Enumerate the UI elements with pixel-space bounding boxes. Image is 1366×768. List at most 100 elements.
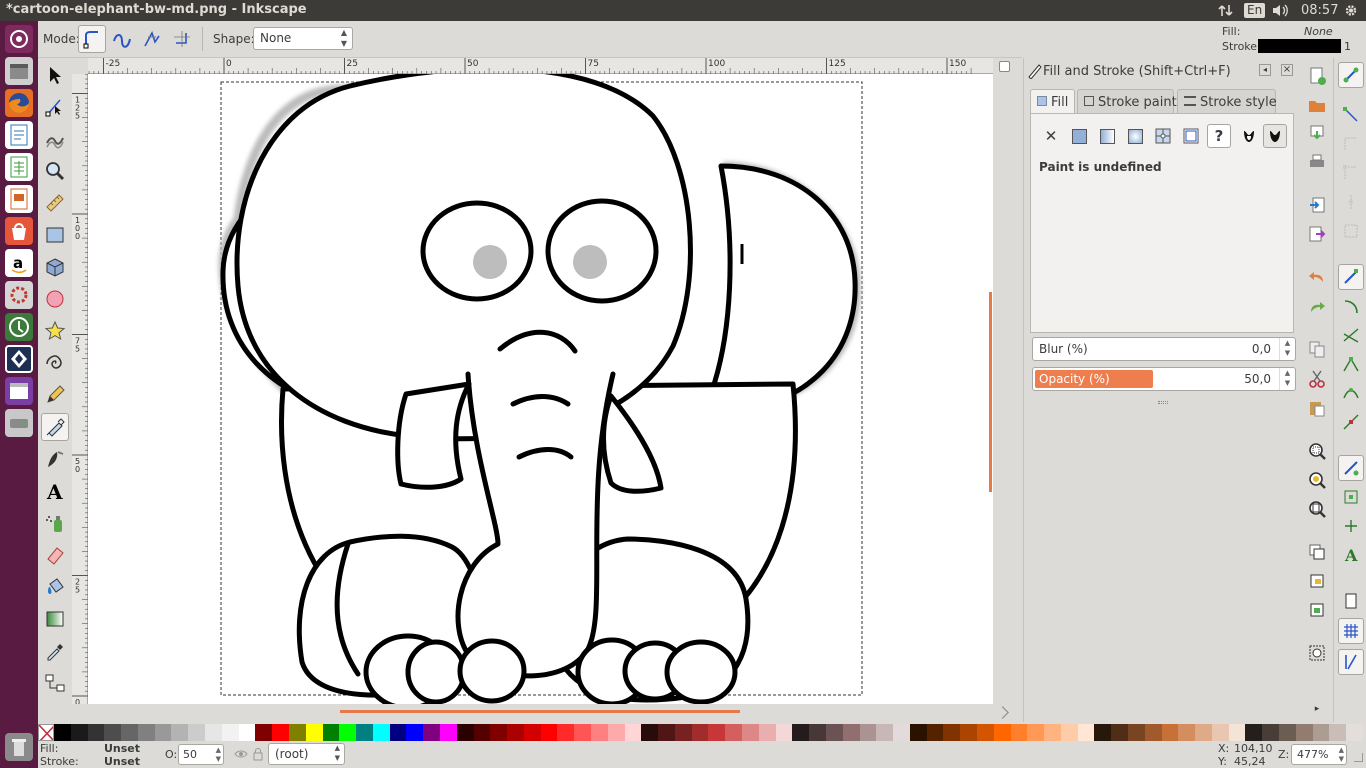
palette-swatch[interactable] <box>607 724 625 741</box>
files-icon[interactable] <box>5 57 33 85</box>
palette-swatch[interactable] <box>976 724 994 741</box>
indicator-stroke-swatch[interactable] <box>1258 39 1341 53</box>
calligraphy-tool-icon[interactable] <box>41 445 69 473</box>
shape-combobox[interactable]: None ▲ ▼ <box>253 27 353 50</box>
palette-swatch[interactable] <box>1228 724 1246 741</box>
dialog-iconify-icon[interactable]: ◂ <box>1259 64 1271 76</box>
vertical-ruler[interactable]: 1251007550250 <box>72 73 88 707</box>
palette-swatch[interactable] <box>876 724 894 741</box>
import-icon[interactable] <box>1304 192 1330 218</box>
palette-swatch[interactable] <box>406 724 424 741</box>
pattern-button[interactable] <box>1179 124 1203 148</box>
horizontal-scrollbar[interactable] <box>88 704 1009 722</box>
dialog-resize-handle[interactable] <box>1158 401 1168 404</box>
palette-swatch[interactable] <box>775 724 793 741</box>
layer-visibility-icon[interactable] <box>234 747 248 764</box>
selector-tool-icon[interactable] <box>41 61 69 89</box>
palette-swatch[interactable] <box>993 724 1011 741</box>
snap-guides-icon[interactable] <box>1338 649 1364 675</box>
mode-paraxial-button[interactable] <box>168 25 196 53</box>
duplicate-icon[interactable] <box>1304 539 1330 565</box>
snap-grids-icon[interactable] <box>1338 618 1364 644</box>
palette-swatch[interactable] <box>288 724 306 741</box>
palette-swatch[interactable] <box>1044 724 1061 741</box>
palette-swatch[interactable] <box>960 724 977 741</box>
updater-icon[interactable] <box>5 313 33 341</box>
clone-icon[interactable] <box>1304 568 1330 594</box>
status-fill-value[interactable]: Unset <box>104 742 140 755</box>
palette-swatch[interactable] <box>574 724 591 741</box>
palette-swatch[interactable] <box>171 724 189 741</box>
snap-others-icon[interactable] <box>1338 455 1364 481</box>
tab-stroke-paint[interactable]: Stroke paint <box>1077 89 1177 114</box>
snap-page-border-icon[interactable] <box>1338 588 1364 614</box>
palette-swatch[interactable] <box>1144 724 1162 741</box>
window-app-icon[interactable] <box>5 377 33 405</box>
palette-swatch[interactable] <box>1010 724 1028 741</box>
vertical-scroll-thumb[interactable] <box>989 292 992 492</box>
palette-swatch[interactable] <box>137 724 155 741</box>
palette-swatch[interactable] <box>104 724 122 741</box>
print-document-icon[interactable] <box>1304 149 1330 175</box>
palette-swatch[interactable] <box>1178 724 1196 741</box>
toggle-snapping-icon[interactable] <box>999 61 1010 72</box>
volume-icon[interactable] <box>1272 3 1290 18</box>
3d-box-tool-icon[interactable] <box>41 253 69 281</box>
palette-swatch[interactable] <box>1111 724 1128 741</box>
zoom-drawing-icon[interactable] <box>1304 467 1330 493</box>
palette-swatch[interactable] <box>624 724 642 741</box>
tab-fill[interactable]: Fill <box>1030 89 1075 114</box>
copy-icon[interactable] <box>1304 336 1330 362</box>
palette-swatch[interactable] <box>809 724 826 741</box>
status-stroke-value[interactable]: Unset <box>104 755 140 768</box>
measure-tool-icon[interactable] <box>41 189 69 217</box>
dash-home-icon[interactable] <box>5 25 33 53</box>
palette-swatch[interactable] <box>742 724 759 741</box>
snap-bbox-edge-icon[interactable] <box>1338 131 1364 157</box>
impress-icon[interactable] <box>5 185 33 213</box>
snap-intersections-icon[interactable] <box>1338 322 1364 348</box>
cut-icon[interactable] <box>1304 366 1330 392</box>
palette-swatch[interactable] <box>121 724 138 741</box>
palette-swatch[interactable] <box>272 724 289 741</box>
palette-swatch[interactable] <box>238 724 256 741</box>
palette-swatch[interactable] <box>473 724 491 741</box>
dropper-tool-icon[interactable] <box>41 637 69 665</box>
zoom-arrows-icon[interactable]: ▲ ▼ <box>1339 746 1344 764</box>
software-center-icon[interactable] <box>5 217 33 245</box>
palette-swatch[interactable] <box>1161 724 1179 741</box>
pen-tool-icon[interactable] <box>41 413 69 441</box>
flat-color-button[interactable] <box>1067 124 1091 148</box>
snap-cusp-nodes-icon[interactable] <box>1338 351 1364 377</box>
window-resize-grip-icon[interactable] <box>1354 753 1363 762</box>
layer-combobox[interactable]: (root) ▲ ▼ <box>268 743 345 765</box>
gradient-tool-icon[interactable] <box>41 605 69 633</box>
palette-swatch[interactable] <box>1312 724 1330 741</box>
palette-swatch[interactable] <box>691 724 709 741</box>
blur-spin-arrows-icon[interactable]: ▲ ▼ <box>1279 338 1295 360</box>
palette-swatch[interactable] <box>255 724 273 741</box>
zoom-selection-icon[interactable] <box>1304 438 1330 464</box>
ellipse-tool-icon[interactable] <box>41 285 69 313</box>
keyboard-layout-indicator[interactable]: En <box>1244 3 1266 18</box>
palette-swatch[interactable] <box>322 724 340 741</box>
palette-swatch[interactable] <box>372 724 390 741</box>
drawing-canvas[interactable] <box>88 74 993 704</box>
palette-swatch[interactable] <box>1279 724 1296 741</box>
palette-swatch[interactable] <box>859 724 877 741</box>
inkscape-icon[interactable] <box>5 345 33 373</box>
pencil-tool-icon[interactable] <box>41 381 69 409</box>
palette-swatch[interactable] <box>557 724 575 741</box>
snap-nodes-icon[interactable] <box>1338 264 1364 290</box>
zoom-tool-icon[interactable] <box>41 157 69 185</box>
redo-icon[interactable] <box>1304 294 1330 320</box>
fill-stroke-indicator[interactable]: Fill: None Stroke: 1 <box>1218 22 1366 56</box>
snap-bbox-midpoint-icon[interactable] <box>1338 189 1364 215</box>
palette-swatch[interactable] <box>1262 724 1280 741</box>
system-settings-icon[interactable] <box>5 281 33 309</box>
text-tool-icon[interactable]: A <box>41 477 69 505</box>
palette-swatch[interactable] <box>154 724 172 741</box>
zoom-spinbox[interactable]: 477% ▲ ▼ <box>1291 744 1347 765</box>
snap-smooth-nodes-icon[interactable] <box>1338 380 1364 406</box>
resize-grip-icon[interactable] <box>996 706 1009 719</box>
